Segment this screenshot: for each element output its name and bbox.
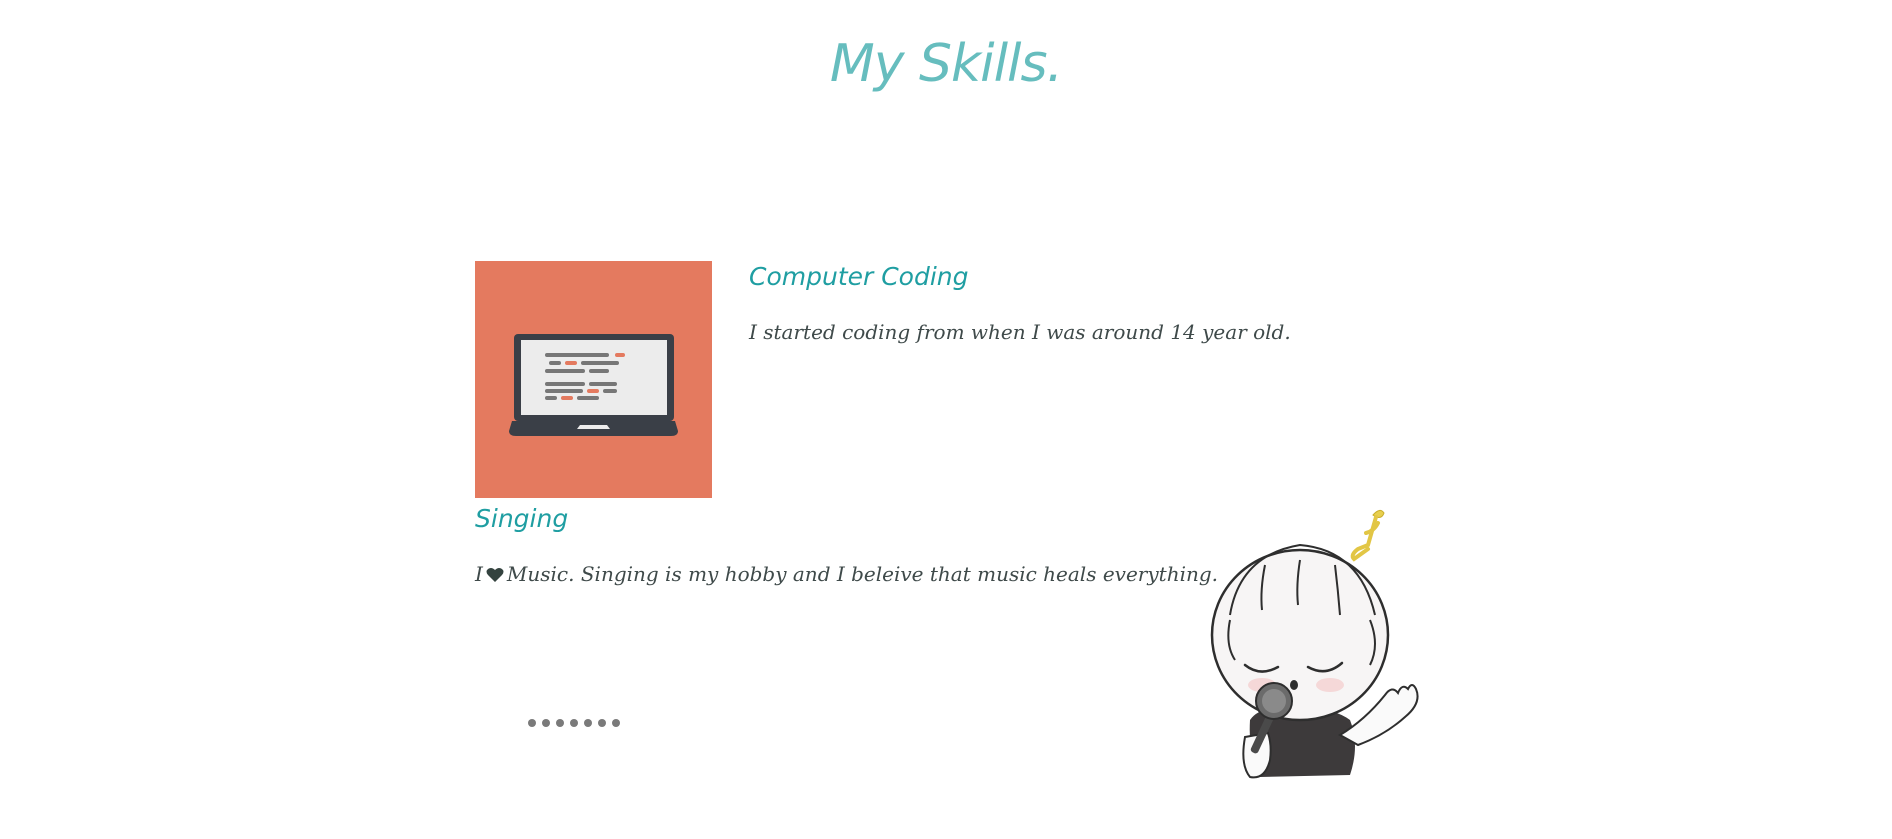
skill-text-singing-end: Music. Singing is my hobby and I beleive… <box>506 562 1219 586</box>
heart-icon <box>486 564 504 588</box>
skill-text-singing-start: I <box>475 562 483 586</box>
carousel-dot[interactable] <box>542 719 550 727</box>
carousel-dot[interactable] <box>528 719 536 727</box>
music-note-icon <box>1350 509 1385 562</box>
carousel-dots <box>528 719 620 727</box>
coding-skill-image <box>475 261 712 498</box>
carousel-dot[interactable] <box>556 719 564 727</box>
skill-heading-singing: Singing <box>475 504 569 533</box>
carousel-dot[interactable] <box>612 719 620 727</box>
carousel-dot[interactable] <box>584 719 592 727</box>
laptop-icon <box>509 334 678 436</box>
page-title: My Skills. <box>829 34 1063 94</box>
skill-text-computer-coding: I started coding from when I was around … <box>749 320 1291 344</box>
skill-text-singing: I Music. Singing is my hobby and I beleiv… <box>475 562 1218 588</box>
singing-character-illustration <box>1190 505 1425 785</box>
skill-heading-computer-coding: Computer Coding <box>749 262 969 291</box>
carousel-dot[interactable] <box>570 719 578 727</box>
carousel-dot[interactable] <box>598 719 606 727</box>
